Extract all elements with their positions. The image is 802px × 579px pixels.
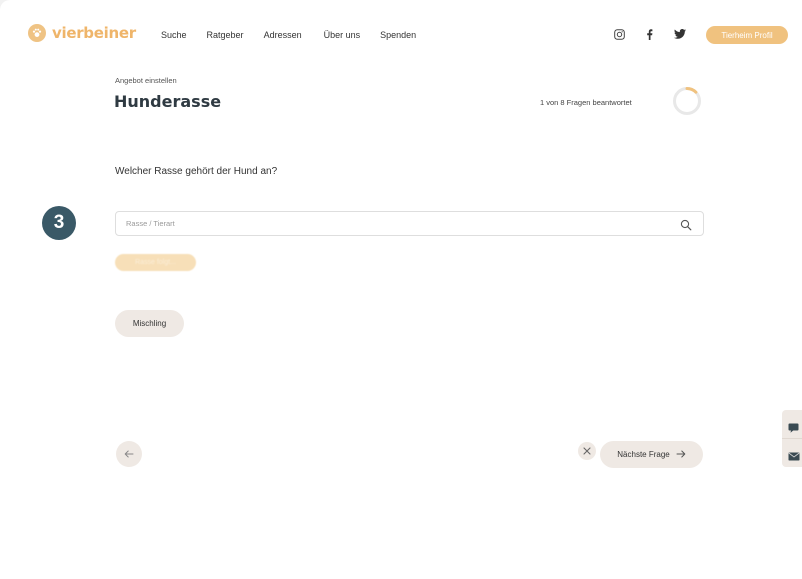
breed-search [115,211,704,236]
nav-item-ratgeber[interactable]: Ratgeber [207,30,244,40]
form-kicker: Angebot einstellen [115,76,177,85]
step-badge: 3 [42,206,76,240]
nav-item-suche[interactable]: Suche [161,30,187,40]
instagram-icon[interactable] [612,27,626,41]
breed-search-input[interactable] [126,212,666,235]
divider [782,438,802,439]
progress-text: 1 von 8 Fragen beantwortet [540,98,632,107]
brand-name: vierbeiner [52,24,136,42]
back-button[interactable] [116,441,142,467]
feedback-icon[interactable] [788,420,800,433]
page-title: Hunderasse [114,92,222,111]
logo[interactable]: vierbeiner [28,24,136,42]
arrow-left-icon [124,445,134,463]
paw-icon [28,24,46,42]
facebook-icon[interactable] [642,27,656,41]
progress-ring [673,87,701,115]
next-question-label: Nächste Frage [617,450,670,459]
close-icon [583,442,591,460]
site-header: vierbeiner Suche Ratgeber Adressen Über … [0,0,802,62]
side-contact-tab [782,410,802,467]
next-question-button[interactable]: Nächste Frage [600,441,703,468]
question-text: Welcher Rasse gehört der Hund an? [115,166,278,177]
profile-button[interactable]: Tierheim Profil [706,26,788,44]
breed-chip-mischling[interactable]: Mischling [115,310,184,337]
cancel-button[interactable] [578,442,596,460]
page: vierbeiner Suche Ratgeber Adressen Über … [0,0,802,579]
arrow-right-icon [676,450,686,460]
nav-item-ueber-uns[interactable]: Über uns [324,30,361,40]
nav-item-spenden[interactable]: Spenden [380,30,416,40]
mail-icon[interactable] [788,448,800,461]
nav-item-adressen[interactable]: Adressen [264,30,302,40]
twitter-icon[interactable] [673,27,687,41]
main-nav: Suche Ratgeber Adressen Über uns Spenden [161,30,416,40]
search-icon[interactable] [680,218,692,231]
filter-pill[interactable]: Rasse folgt... [115,254,196,271]
